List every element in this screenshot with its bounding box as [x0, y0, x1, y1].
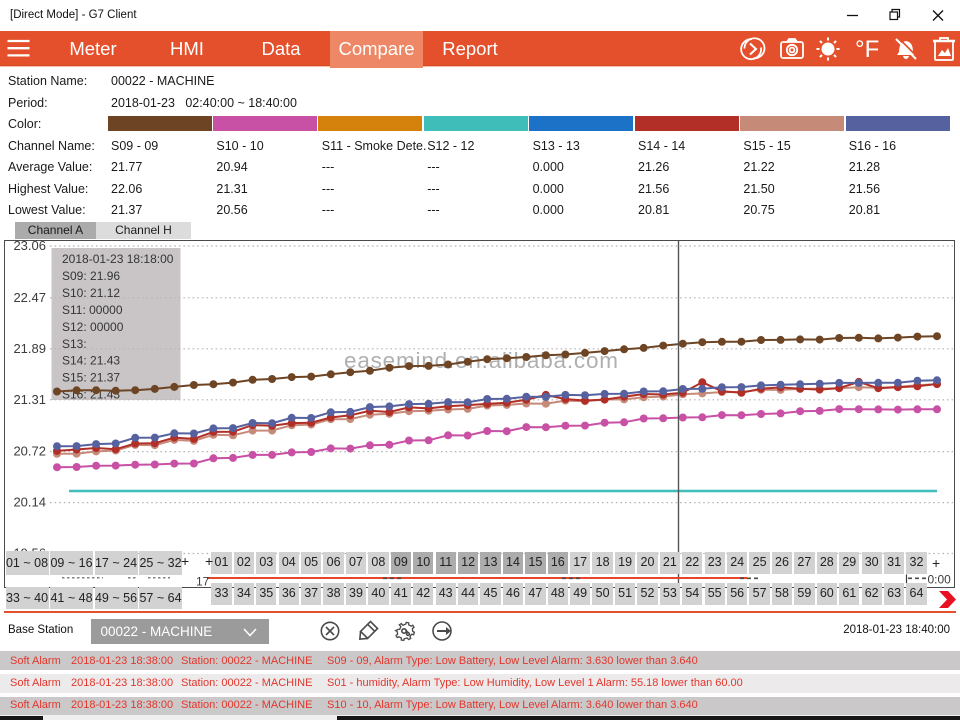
- svg-text:°F: °F: [855, 36, 879, 63]
- svg-text:20.72: 20.72: [13, 444, 46, 459]
- svg-text:21.31: 21.31: [13, 392, 46, 407]
- svg-text:S10: 21.12: S10: 21.12: [62, 286, 120, 300]
- svg-text:2018-01-23 18:18:00: 2018-01-23 18:18:00: [62, 252, 174, 266]
- svg-text:S11: 00000: S11: 00000: [62, 303, 123, 317]
- svg-text:17: 17: [196, 575, 210, 589]
- svg-text:S14: 21.43: S14: 21.43: [62, 354, 120, 368]
- svg-text:S09: 21.96: S09: 21.96: [62, 269, 120, 283]
- svg-text:22.47: 22.47: [13, 290, 46, 305]
- svg-text:S12: 00000: S12: 00000: [62, 320, 124, 334]
- svg-text:20.14: 20.14: [13, 495, 46, 510]
- svg-text:0:00: 0:00: [928, 573, 952, 587]
- svg-text:S15: 21.37: S15: 21.37: [62, 371, 120, 385]
- svg-text:21.89: 21.89: [13, 341, 46, 356]
- svg-text:23.06: 23.06: [13, 240, 46, 253]
